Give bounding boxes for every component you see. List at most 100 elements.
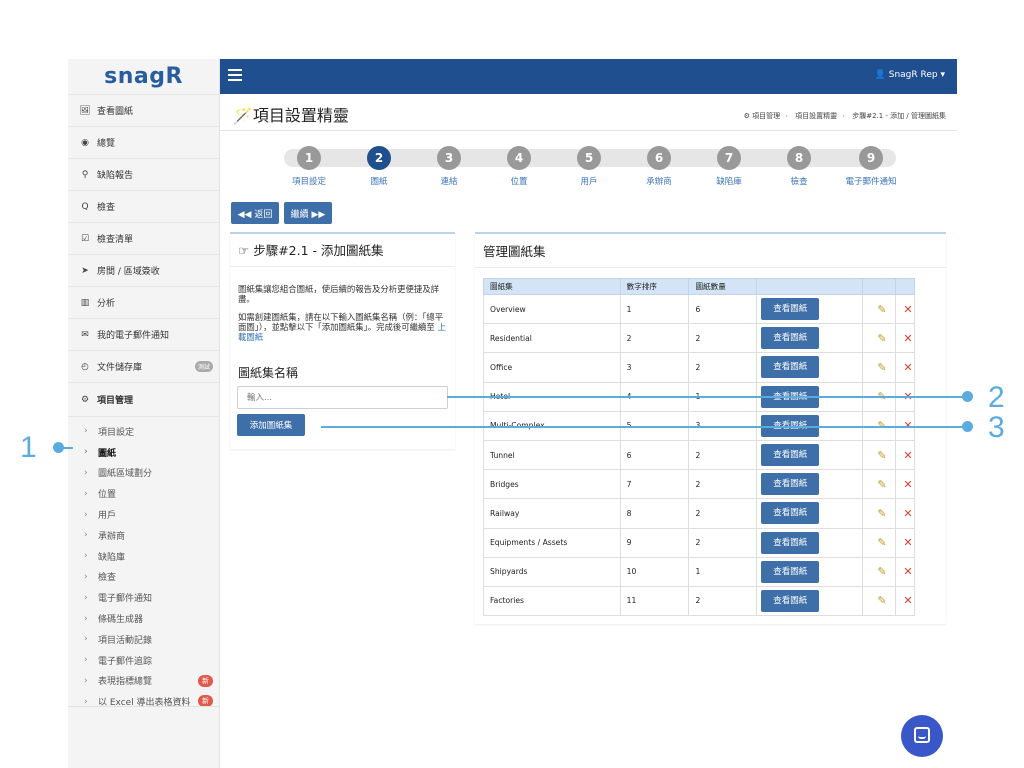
sidebar-subitem[interactable]: › 圖紙區域劃分 [68,463,219,484]
edit-cell: ✎ [862,556,896,587]
delete-icon[interactable]: ✕ [903,594,912,607]
drawing-set-name: Residential [483,323,621,354]
pencil-icon[interactable]: ✎ [877,449,886,462]
view-drawings-button[interactable]: 查看圖紙 [761,502,820,525]
sidebar-section-label: 項目管理 [97,396,134,406]
view-drawings-button[interactable]: 查看圖紙 [761,531,820,554]
sidebar-subitem-label: 用戶 [98,511,117,522]
pencil-icon[interactable]: ✎ [877,565,886,578]
wizard-step[interactable]: 1 項目設定 [274,146,344,187]
breadcrumb-item[interactable]: 項目管理 [752,112,780,120]
sidebar-subitem[interactable]: › 承辦商 [68,525,219,546]
wizard-step[interactable]: 5 用戶 [554,146,624,187]
drawing-count: 2 [688,352,758,383]
pencil-icon[interactable]: ✎ [877,594,886,607]
delete-icon[interactable]: ✕ [903,478,912,491]
view-drawings-button[interactable]: 查看圖紙 [761,560,820,583]
delete-icon[interactable]: ✕ [903,565,912,578]
wizard-step[interactable]: 9 電子郵件通知 [836,146,906,187]
sidebar-subitem-label: 條碼生成器 [98,615,144,626]
pencil-icon[interactable]: ✎ [877,507,886,520]
view-drawings-button[interactable]: 查看圖紙 [761,589,820,612]
delete-icon[interactable]: ✕ [903,449,912,462]
wizard-step[interactable]: 6 承辦商 [624,146,694,187]
wizard-step[interactable]: 8 檢查 [764,146,834,187]
sidebar-subitem[interactable]: › 用戶 [68,504,219,525]
view-drawings-button[interactable]: 查看圖紙 [761,473,820,496]
drawing-set-name: Bridges [483,469,621,500]
sidebar-item-label: 文件儲存庫 [97,363,143,373]
wizard-step[interactable]: 2 圖紙 [344,146,414,187]
snagr-logo[interactable]: snagR [68,59,219,94]
view-drawings-button[interactable]: 查看圖紙 [761,298,820,321]
user-menu[interactable]: 👤 SnagR Rep ▾ [875,70,945,80]
hamburger-menu-icon[interactable] [228,69,242,83]
delete-icon[interactable]: ✕ [903,361,912,374]
sidebar-item[interactable]: ◉ 總覽 [68,126,219,158]
sidebar-item[interactable]: ⚲ 缺陷報告 [68,158,219,190]
delete-icon[interactable]: ✕ [903,507,912,520]
sidebar-item[interactable]: ▥ 分析 [68,286,219,318]
chevron-right-icon: › [84,467,88,478]
view-drawings-button[interactable]: 查看圖紙 [761,444,820,467]
map-marker-icon: ⚲ [81,169,89,180]
pencil-icon[interactable]: ✎ [877,361,886,374]
sidebar-section-project-management[interactable]: ⚙ 項目管理 [68,382,219,416]
view-cell: 查看圖紙 [756,352,864,383]
view-cell: 查看圖紙 [756,527,864,558]
wizard-step[interactable]: 3 連結 [414,146,484,187]
chevron-right-icon: › [84,655,88,666]
breadcrumb-item[interactable]: 項目設置精靈 [795,112,837,120]
sidebar-item[interactable]: ➤ 房間 / 區域簽收 [68,254,219,286]
view-drawings-button[interactable]: 查看圖紙 [761,327,820,350]
view-cell: 查看圖紙 [756,556,864,587]
sidebar-item[interactable]: ◴ 文件儲存庫 測試 [68,350,219,382]
checklist-icon: ☑ [80,233,90,244]
logo-text: snagR [104,64,183,89]
table-row: Equipments / Assets 9 2 查看圖紙 ✎ ✕ [483,527,916,558]
sidebar-item-label: 查看圖紙 [97,107,134,117]
wizard-step[interactable]: 7 缺陷庫 [694,146,764,187]
sidebar-item[interactable]: ☑ 檢查清單 [68,222,219,254]
sidebar-subitem[interactable]: › 檢查 [68,567,219,588]
sidebar-subitem[interactable]: › 缺陷庫 [68,546,219,567]
next-button[interactable]: 繼續 ▶▶ [284,202,332,224]
step-number: 4 [507,146,531,170]
pencil-icon[interactable]: ✎ [877,536,886,549]
drawing-set-name-input[interactable] [237,386,448,409]
wizard-step[interactable]: 4 位置 [484,146,554,187]
drawing-count: 2 [688,498,758,529]
view-drawings-button[interactable]: 查看圖紙 [761,356,820,379]
sidebar-subitem[interactable]: › 表現指標總覽 新 [68,671,219,692]
callout-dot-2 [962,391,973,402]
sidebar-subitem[interactable]: › 位置 [68,483,219,504]
sidebar-item[interactable]: Q 檢查 [68,190,219,222]
delete-icon[interactable]: ✕ [903,303,912,316]
delete-icon[interactable]: ✕ [903,536,912,549]
delete-cell: ✕ [894,293,916,325]
header-divider [220,130,957,131]
sidebar-item[interactable]: ✉ 我的電子郵件通知 [68,318,219,350]
pencil-icon[interactable]: ✎ [877,332,886,345]
sidebar-subitem[interactable]: › 項目設定 [68,421,219,442]
sidebar-subitem[interactable]: › 條碼生成器 [68,608,219,629]
panel-title: 管理圖紙集 [483,244,546,259]
chevron-right-icon: › [84,509,88,520]
callout-number-3: 3 [988,411,1005,444]
drawing-count: 2 [688,527,758,558]
pencil-icon[interactable]: ✎ [877,303,886,316]
table-row: Shipyards 10 1 查看圖紙 ✎ ✕ [483,556,916,587]
add-drawing-set-button[interactable]: 添加圖紙集 [237,414,305,436]
back-button[interactable]: ◀◀ 返回 [231,202,279,224]
chat-launcher-button[interactable] [901,715,943,757]
delete-icon[interactable]: ✕ [903,332,912,345]
pencil-icon[interactable]: ✎ [877,478,886,491]
sort-order: 1 [619,293,690,325]
sidebar-subitem-drawings-active[interactable]: › 圖紙 [68,442,219,463]
sidebar-subitem[interactable]: › 電子郵件追踪 [68,650,219,671]
sidebar-subitem[interactable]: › 項目活動記錄 [68,629,219,650]
sidebar-item[interactable]: 🖼 查看圖紙 [68,94,219,126]
step-label: 項目設定 [291,177,326,187]
user-name: SnagR Rep ▾ [888,70,945,80]
sidebar-subitem[interactable]: › 電子郵件通知 [68,587,219,608]
